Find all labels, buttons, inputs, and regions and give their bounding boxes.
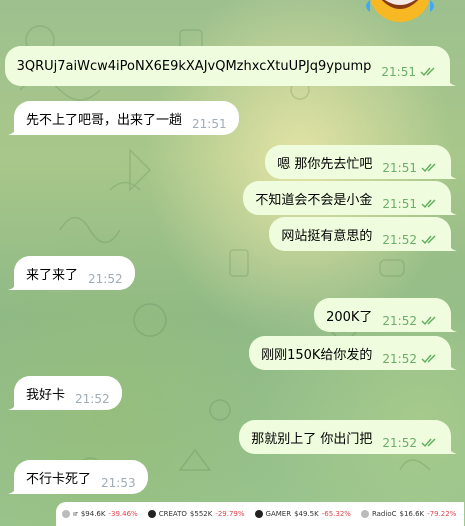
outgoing-message[interactable]: 那就别上了 你出门把 21:52 (239, 420, 457, 454)
message-text: 不知道会不会是小金 (255, 192, 373, 208)
outgoing-message[interactable]: 3QRUj7aiWcw4iPoNX6E9kXAJvQMzhxcXtuUPJq9y… (4, 46, 456, 86)
ticker-name: GAMER (265, 510, 292, 518)
message-time: 21:52 (382, 352, 417, 366)
ticker-item[interactable]: ır $94.6K -39.46% (62, 510, 138, 518)
bubble-tail (447, 205, 457, 215)
message-text: 200K了 (326, 309, 373, 325)
ticker-value: $16.6K (399, 510, 425, 518)
ticker-item[interactable]: RadioC $16.6K -79.22% (360, 510, 457, 518)
incoming-message[interactable]: 不行卡死了 21:53 (8, 460, 148, 494)
sticker-emoji (366, 0, 434, 22)
message-meta: 21:51 (192, 117, 227, 131)
message-meta: 21:52 (382, 314, 439, 328)
message-time: 21:51 (192, 117, 227, 131)
message-time: 21:52 (382, 233, 417, 247)
message-text: 那就别上了 你出门把 (251, 431, 373, 447)
message-meta: 21:51 (382, 197, 439, 211)
message-meta: 21:52 (88, 272, 123, 286)
incoming-message[interactable]: 来了来了 21:52 (8, 256, 135, 290)
ticker-change: -79.22% (427, 510, 457, 518)
ticker-name: RadioC (371, 510, 397, 518)
message-text: 嗯 那你先去忙吧 (277, 156, 373, 172)
read-checkmark-icon (421, 235, 436, 245)
read-checkmark-icon (421, 199, 436, 209)
message-time: 21:53 (101, 476, 136, 490)
bubble-tail (447, 360, 457, 370)
ticker-change: -65.32% (321, 510, 351, 518)
ticker-value: $552K (189, 510, 213, 518)
read-checkmark-icon (421, 316, 436, 326)
message-meta: 21:51 (381, 65, 438, 79)
message-meta: 21:52 (382, 436, 439, 450)
ticker-item[interactable]: CREATO $552K -29.79% (147, 510, 245, 518)
message-text: 3QRUj7aiWcw4iPoNX6E9kXAJvQMzhxcXtuUPJq9y… (16, 58, 372, 74)
bubble-tail (8, 484, 18, 494)
message-time: 21:52 (88, 272, 123, 286)
ticker-item[interactable]: GAMER $49.5K -65.32% (254, 510, 351, 518)
token-ticker-bar: ır $94.6K -39.46% CREATO $552K -29.79% G… (56, 502, 464, 526)
outgoing-message[interactable]: 200K了 21:52 (314, 298, 457, 332)
message-time: 21:51 (381, 65, 416, 79)
message-text: 刚刚150K给你发的 (261, 347, 373, 363)
message-meta: 21:52 (382, 233, 439, 247)
message-time: 21:52 (382, 436, 417, 450)
token-icon (62, 510, 70, 518)
message-text: 先不上了吧哥，出来了一趟 (26, 112, 183, 128)
ticker-name: ır (73, 510, 78, 518)
bubble-tail (447, 444, 457, 454)
bubble-tail (447, 322, 457, 332)
message-meta: 21:52 (75, 392, 110, 406)
message-text: 来了来了 (26, 267, 79, 283)
read-checkmark-icon (421, 163, 436, 173)
bubble-tail (446, 76, 456, 86)
incoming-message[interactable]: 先不上了吧哥，出来了一趟 21:51 (8, 101, 239, 135)
message-text: 网站挺有意思的 (281, 228, 373, 244)
read-checkmark-icon (420, 67, 435, 77)
bubble-tail (8, 400, 18, 410)
ticker-value: $49.5K (294, 510, 319, 518)
bubble-tail (8, 280, 18, 290)
bubble-tail (447, 169, 457, 179)
message-meta: 21:53 (101, 476, 136, 490)
bubble-tail (8, 125, 18, 135)
outgoing-message[interactable]: 嗯 那你先去忙吧 21:51 (265, 145, 457, 179)
incoming-message[interactable]: 我好卡 21:52 (8, 376, 122, 410)
message-time: 21:52 (75, 392, 110, 406)
message-time: 21:51 (382, 161, 417, 175)
ticker-change: -39.46% (108, 510, 138, 518)
message-time: 21:52 (382, 314, 417, 328)
token-icon (147, 510, 156, 518)
token-icon (360, 510, 369, 518)
outgoing-message[interactable]: 刚刚150K给你发的 21:52 (249, 336, 457, 370)
read-checkmark-icon (421, 354, 436, 364)
token-icon (254, 510, 263, 518)
outgoing-message[interactable]: 网站挺有意思的 21:52 (269, 217, 457, 251)
message-meta: 21:51 (382, 161, 439, 175)
message-text: 不行卡死了 (26, 471, 92, 487)
bubble-tail (447, 241, 457, 251)
ticker-name: CREATO (158, 510, 187, 518)
outgoing-message[interactable]: 不知道会不会是小金 21:51 (243, 181, 457, 215)
read-checkmark-icon (421, 438, 436, 448)
ticker-value: $94.6K (80, 510, 106, 518)
message-time: 21:51 (382, 197, 417, 211)
message-text: 我好卡 (26, 387, 66, 403)
message-meta: 21:52 (382, 352, 439, 366)
ticker-change: -29.79% (215, 510, 245, 518)
